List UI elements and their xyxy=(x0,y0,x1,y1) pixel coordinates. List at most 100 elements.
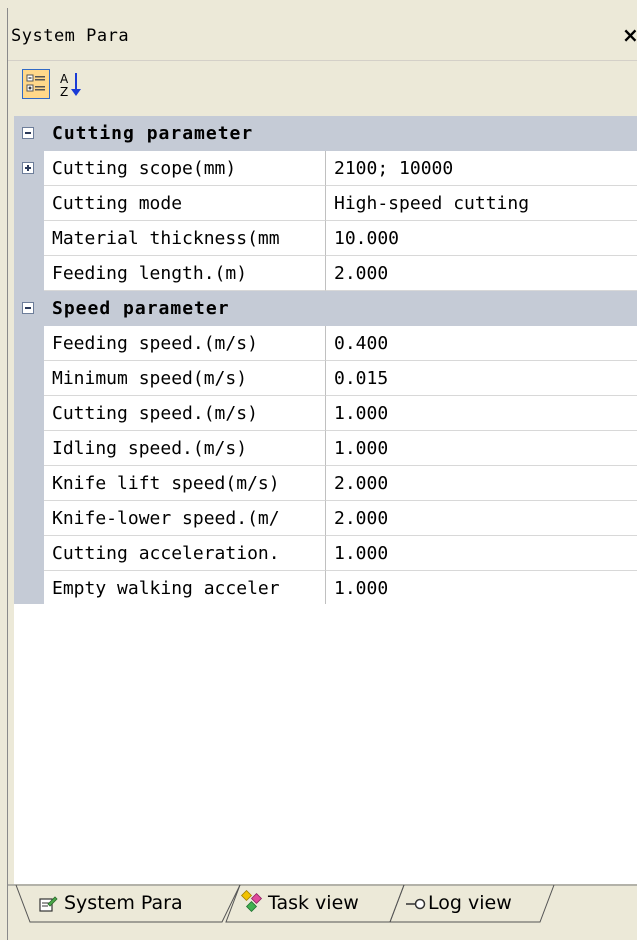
close-icon[interactable]: × xyxy=(622,23,637,47)
row-gutter xyxy=(14,466,44,501)
property-value-cell[interactable]: 1.000 xyxy=(326,536,637,571)
property-name: Empty walking acceler xyxy=(52,578,280,599)
property-value-cell[interactable]: 2.000 xyxy=(326,501,637,536)
property-value: 1.000 xyxy=(334,543,389,564)
property-name: Minimum speed(m/s) xyxy=(52,368,248,389)
property-row[interactable]: Material thickness(mm 10.000 xyxy=(14,221,637,256)
property-value-cell[interactable]: 2.000 xyxy=(326,466,637,501)
property-row[interactable]: Feeding length.(m) 2.000 xyxy=(14,256,637,291)
property-name-cell[interactable]: Material thickness(mm xyxy=(44,221,326,256)
row-gutter xyxy=(14,361,44,396)
category-label: Speed parameter xyxy=(52,298,230,319)
property-row[interactable]: Feeding speed.(m/s) 0.400 xyxy=(14,326,637,361)
property-value: High-speed cutting xyxy=(334,193,530,214)
property-value: 10.000 xyxy=(334,228,400,249)
property-value: 1.000 xyxy=(334,578,389,599)
row-gutter xyxy=(14,396,44,431)
property-value: 0.400 xyxy=(334,333,389,354)
task-view-icon xyxy=(240,890,263,913)
property-row[interactable]: Cutting acceleration. 1.000 xyxy=(14,536,637,571)
property-name-cell[interactable]: Minimum speed(m/s) xyxy=(44,361,326,396)
categorized-view-icon xyxy=(26,74,45,92)
row-gutter xyxy=(14,536,44,571)
system-para-icon xyxy=(39,896,58,912)
categorized-view-button[interactable] xyxy=(22,69,50,99)
row-gutter xyxy=(14,571,44,606)
property-value-cell[interactable]: 1.000 xyxy=(326,431,637,466)
property-name: Idling speed.(m/s) xyxy=(52,438,248,459)
row-gutter xyxy=(14,431,44,466)
property-name-cell[interactable]: Idling speed.(m/s) xyxy=(44,431,326,466)
expand-icon[interactable] xyxy=(22,162,34,174)
tab-log-view-label: Log view xyxy=(428,892,512,914)
property-name-cell[interactable]: Cutting mode xyxy=(44,186,326,221)
property-name-cell[interactable]: Feeding length.(m) xyxy=(44,256,326,291)
property-row[interactable]: Cutting scope(mm) 2100; 10000 xyxy=(14,151,637,186)
property-name-cell[interactable]: Knife-lower speed.(m/ xyxy=(44,501,326,536)
row-gutter xyxy=(14,326,44,361)
property-name: Cutting mode xyxy=(52,193,183,214)
property-name: Feeding speed.(m/s) xyxy=(52,333,258,354)
property-name-cell[interactable]: Cutting speed.(m/s) xyxy=(44,396,326,431)
property-value-cell[interactable]: 0.015 xyxy=(326,361,637,396)
property-toolbar: A Z xyxy=(8,60,637,111)
panel-title: System Para xyxy=(11,26,130,46)
panel-titlebar: System Para × xyxy=(8,14,637,56)
property-value-cell[interactable]: 1.000 xyxy=(326,571,637,606)
property-name: Material thickness(mm xyxy=(52,228,280,249)
row-gutter xyxy=(14,256,44,291)
property-name: Knife lift speed(m/s) xyxy=(52,473,280,494)
property-name-cell[interactable]: Cutting acceleration. xyxy=(44,536,326,571)
property-name-cell[interactable]: Cutting scope(mm) xyxy=(44,151,326,186)
property-value-cell[interactable]: 1.000 xyxy=(326,396,637,431)
property-row[interactable]: Knife lift speed(m/s) 2.000 xyxy=(14,466,637,501)
tab-task-view-label: Task view xyxy=(268,892,359,914)
property-value: 2.000 xyxy=(334,473,389,494)
property-name: Knife-lower speed.(m/ xyxy=(52,508,280,529)
property-row[interactable]: Cutting mode High-speed cutting xyxy=(14,186,637,221)
alphabetical-sort-button[interactable]: A Z xyxy=(56,69,86,99)
tab-system-para-label: System Para xyxy=(64,892,183,914)
property-name-cell[interactable]: Knife lift speed(m/s) xyxy=(44,466,326,501)
property-grid: Cutting parameter Cutting scope(mm) 2100; … xyxy=(14,116,637,606)
property-name: Cutting scope(mm) xyxy=(52,158,237,179)
property-row[interactable]: Knife-lower speed.(m/2.000 xyxy=(14,501,637,536)
property-value-cell[interactable]: 10.000 xyxy=(326,221,637,256)
sort-az-icon: A Z xyxy=(60,72,81,99)
property-row[interactable]: Minimum speed(m/s) 0.015 xyxy=(14,361,637,396)
tab-bar: System Para Task view Log view xyxy=(8,884,637,940)
property-name-cell[interactable]: Feeding speed.(m/s) xyxy=(44,326,326,361)
tab-task-view[interactable]: Task view xyxy=(240,884,390,924)
tab-log-view[interactable]: Log view xyxy=(404,884,544,924)
row-gutter xyxy=(14,221,44,256)
svg-text:A: A xyxy=(60,72,69,86)
category-row[interactable]: Speed parameter xyxy=(14,291,637,326)
tab-system-para[interactable]: System Para xyxy=(30,884,222,924)
property-value-cell[interactable]: High-speed cutting xyxy=(326,186,637,221)
property-value-cell[interactable]: 2100; 10000 xyxy=(326,151,637,186)
category-label: Cutting parameter xyxy=(52,123,254,144)
property-name: Cutting speed.(m/s) xyxy=(52,403,258,424)
property-value-cell[interactable]: 0.400 xyxy=(326,326,637,361)
svg-text:Z: Z xyxy=(60,85,68,99)
property-value: 2.000 xyxy=(334,263,389,284)
row-gutter xyxy=(14,501,44,536)
property-grid-empty-area xyxy=(14,604,637,884)
property-name: Feeding length.(m) xyxy=(52,263,248,284)
property-value: 2100; 10000 xyxy=(334,158,454,179)
row-gutter xyxy=(14,151,44,186)
category-row[interactable]: Cutting parameter xyxy=(14,116,637,151)
log-view-icon xyxy=(406,898,426,910)
property-name: Cutting acceleration. xyxy=(52,543,280,564)
property-value: 2.000 xyxy=(334,508,389,529)
collapse-icon[interactable] xyxy=(22,127,34,139)
property-value-cell[interactable]: 2.000 xyxy=(326,256,637,291)
property-row[interactable]: Idling speed.(m/s) 1.000 xyxy=(14,431,637,466)
property-row[interactable]: Empty walking acceler 1.000 xyxy=(14,571,637,606)
property-name-cell[interactable]: Empty walking acceler xyxy=(44,571,326,606)
property-value: 1.000 xyxy=(334,438,389,459)
collapse-icon[interactable] xyxy=(22,302,34,314)
row-gutter xyxy=(14,186,44,221)
property-value: 0.015 xyxy=(334,368,389,389)
property-row[interactable]: Cutting speed.(m/s) 1.000 xyxy=(14,396,637,431)
